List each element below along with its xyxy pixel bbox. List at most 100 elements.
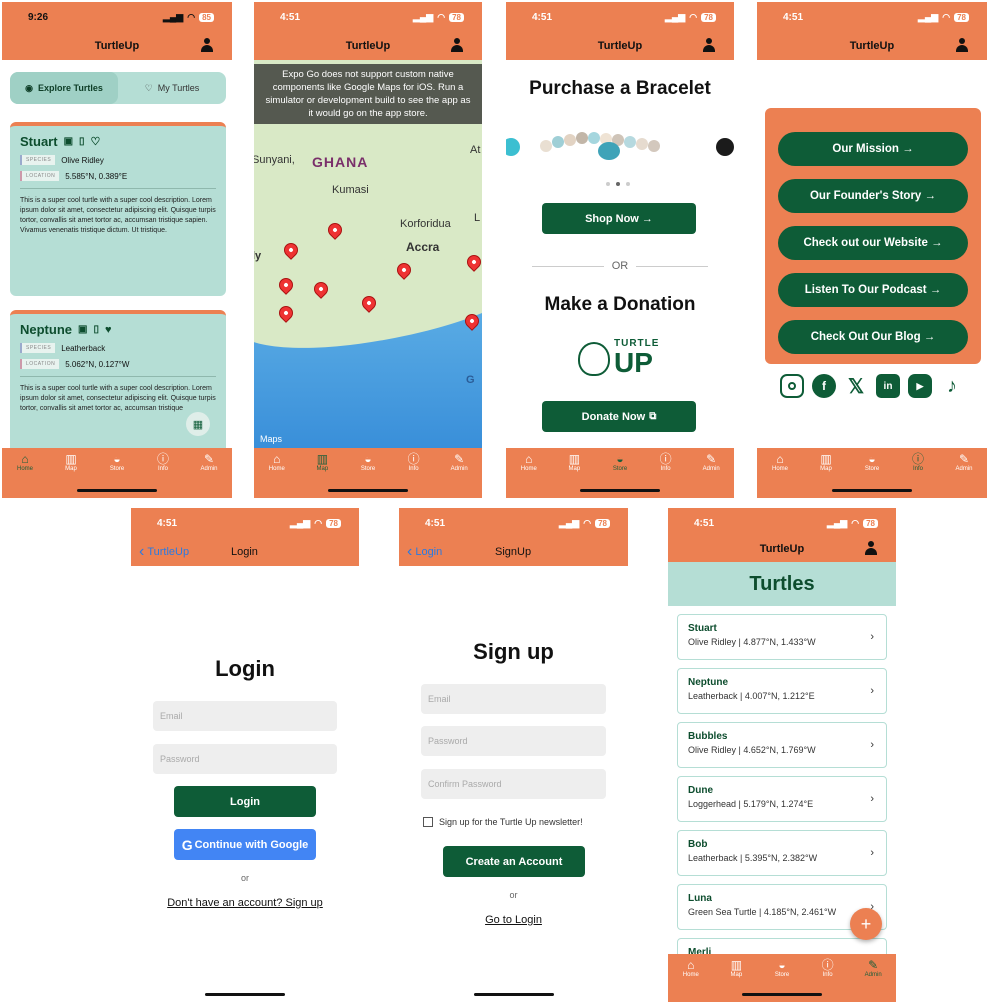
tab-home[interactable]: ⌂ Home — [5, 452, 45, 498]
turtle-pin[interactable] — [325, 220, 345, 240]
next-bracelet[interactable] — [716, 138, 734, 156]
map-icon[interactable]: ▯ — [79, 136, 85, 147]
add-turtle-button[interactable]: + — [850, 908, 882, 940]
wrench-icon: ✎ — [203, 452, 215, 466]
turtle-list-item[interactable]: Bob Leatherback | 5.395°N, 2.382°W › — [677, 830, 887, 876]
app-title: TurtleUp — [597, 40, 643, 52]
shop-now-button[interactable]: Shop Now → — [542, 203, 696, 234]
donate-now-button[interactable]: Donate Now ⧉ — [542, 401, 696, 432]
tab-admin[interactable]: ✎ Admin — [853, 958, 893, 1002]
status-time: 4:51 — [425, 517, 446, 529]
password-field[interactable]: Password — [153, 744, 337, 774]
user-icon[interactable] — [450, 38, 464, 52]
nav-title: Login — [231, 546, 258, 558]
turtle-list-item[interactable]: Stuart Olive Ridley | 4.877°N, 1.433°W › — [677, 614, 887, 660]
turtle-card[interactable]: Stuart ▣ ▯ ♡ SPECIES Olive Ridley LOCATIO… — [10, 122, 226, 296]
battery-icon: 78 — [863, 518, 878, 528]
map-icon: ▥ — [820, 452, 832, 466]
location-value: 5.062°N, 0.127°W — [65, 359, 130, 369]
tab-home[interactable]: ⌂ Home — [671, 958, 711, 1002]
map-icon[interactable]: ▯ — [93, 324, 99, 335]
our-mission-button[interactable]: Our Mission → — [778, 132, 968, 166]
image-icon[interactable]: ▣ — [78, 324, 87, 335]
tab-admin[interactable]: ✎ Admin — [189, 452, 229, 498]
wifi-icon: ◠ — [583, 517, 592, 528]
turtle-card[interactable]: Neptune ▣ ▯ ♥ SPECIES Leatherback LOCATIO… — [10, 310, 226, 460]
website-button[interactable]: Check out our Website → — [778, 226, 968, 260]
password-field[interactable]: Password — [421, 726, 606, 756]
tab-home[interactable]: ⌂ Home — [509, 452, 549, 498]
tiktok-icon[interactable]: ♪ — [940, 374, 964, 398]
linkedin-icon[interactable]: in — [876, 374, 900, 398]
wrench-icon: ✎ — [868, 958, 879, 972]
tab-label: Store — [612, 466, 628, 472]
user-icon[interactable] — [200, 38, 214, 52]
heart-filled-icon[interactable]: ♥ — [105, 324, 112, 336]
login-button[interactable]: Login — [174, 786, 316, 817]
tab-label: Info — [822, 972, 833, 978]
or-text: OR — [611, 260, 629, 272]
battery-icon: 78 — [701, 12, 716, 22]
app-header: TurtleUp — [757, 32, 987, 60]
facebook-icon[interactable]: f — [812, 374, 836, 398]
user-icon[interactable] — [955, 38, 969, 52]
back-button[interactable]: ‹ Login — [407, 538, 442, 566]
google-signin-button[interactable]: G Continue with Google — [174, 829, 316, 860]
donation-title: Make a Donation — [544, 294, 696, 315]
signup-link[interactable]: Don't have an account? Sign up — [131, 897, 359, 909]
tab-label: Map — [568, 466, 581, 472]
map-label-at: At — [470, 144, 481, 156]
tab-home[interactable]: ⌂ Home — [257, 452, 297, 498]
tab-admin[interactable]: ✎ Admin — [439, 452, 479, 498]
go-to-login-link[interactable]: Go to Login — [399, 914, 628, 926]
turtle-list-item[interactable]: Bubbles Olive Ridley | 4.652°N, 1.769°W … — [677, 722, 887, 768]
tab-home[interactable]: ⌂ Home — [760, 452, 800, 498]
turtle-list-item[interactable]: Dune Loggerhead | 5.179°N, 1.274°E › — [677, 776, 887, 822]
wifi-icon: ◠ — [689, 11, 698, 22]
item-name: Dune — [688, 785, 713, 796]
email-field[interactable]: Email — [421, 684, 606, 714]
tab-admin[interactable]: ✎ Admin — [944, 452, 984, 498]
founder-story-button[interactable]: Our Founder's Story → — [778, 179, 968, 213]
home-indicator — [205, 993, 285, 996]
user-icon[interactable] — [702, 38, 716, 52]
phone-admin: 4:51 ▂▄▆ ◠ 78 TurtleUp Turtles Stuart Oliv… — [668, 508, 896, 1002]
tab-label: Store — [774, 972, 790, 978]
email-field[interactable]: Email — [153, 701, 337, 731]
turtle-up-logo: TURTLE UP — [576, 336, 666, 382]
heart-icon[interactable]: ♡ — [91, 135, 101, 148]
newsletter-row: Sign up for the Turtle Up newsletter! — [423, 817, 583, 827]
user-icon[interactable] — [864, 541, 878, 555]
tab-explore-turtles[interactable]: ◉ Explore Turtles — [10, 72, 118, 104]
wifi-icon: ◠ — [314, 517, 323, 528]
podcast-button[interactable]: Listen To Our Podcast → — [778, 273, 968, 307]
bracelet-carousel[interactable] — [506, 120, 734, 174]
blog-button[interactable]: Check Out Our Blog → — [778, 320, 968, 354]
wrench-icon: ✎ — [454, 452, 465, 466]
image-icon[interactable]: ▣ — [64, 136, 73, 147]
explore-segment: ◉ Explore Turtles ♡ My Turtles — [10, 72, 226, 104]
info-icon: ⓘ — [911, 452, 924, 466]
youtube-icon[interactable]: ▶ — [908, 374, 932, 398]
x-icon[interactable]: 𝕏 — [844, 374, 868, 398]
divider — [20, 376, 216, 377]
qr-scan-button[interactable]: ▦ — [186, 412, 210, 436]
tab-my-turtles[interactable]: ♡ My Turtles — [118, 72, 226, 104]
turtle-pin[interactable] — [281, 240, 301, 260]
wifi-icon: ◠ — [187, 11, 196, 22]
turtle-list-item[interactable]: Neptune Leatherback | 4.007°N, 1.212°E › — [677, 668, 887, 714]
tab-admin[interactable]: ✎ Admin — [691, 452, 731, 498]
info-icon: ⓘ — [407, 452, 420, 466]
prev-bracelet[interactable] — [506, 138, 520, 156]
app-title: TurtleUp — [849, 40, 895, 52]
instagram-icon[interactable] — [780, 374, 804, 398]
confirm-password-field[interactable]: Confirm Password — [421, 769, 606, 799]
create-account-button[interactable]: Create an Account — [443, 846, 585, 877]
logo-text-bottom: UP — [614, 347, 653, 378]
basket-icon: ◒ — [364, 452, 372, 466]
back-button[interactable]: ‹ TurtleUp — [139, 538, 189, 566]
newsletter-checkbox[interactable] — [423, 817, 433, 827]
location-row: LOCATION 5.062°N, 0.127°W — [20, 359, 216, 369]
battery-icon: 85 — [199, 12, 214, 22]
map-label-kumasi: Kumasi — [332, 184, 369, 196]
